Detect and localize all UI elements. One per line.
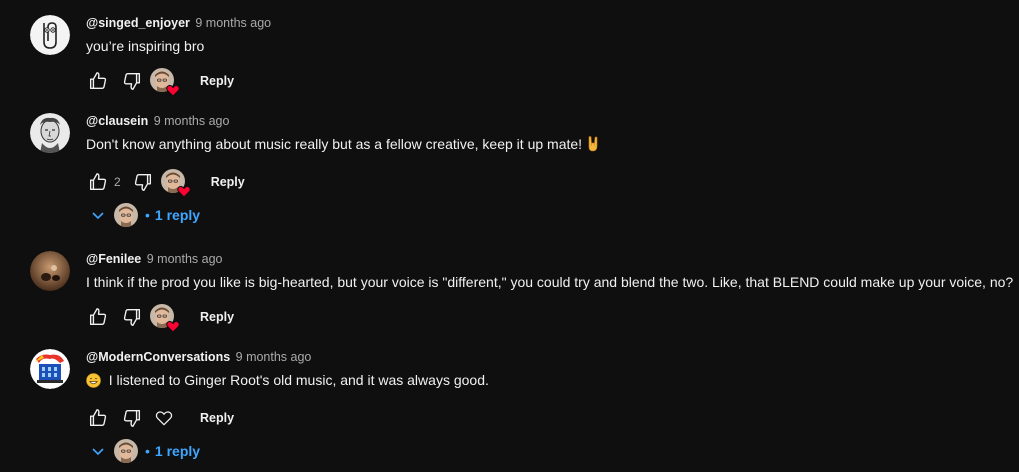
separator-dot: • bbox=[145, 443, 150, 459]
heart-icon bbox=[166, 320, 180, 333]
heart-icon bbox=[166, 84, 180, 97]
reply-button[interactable]: Reply bbox=[200, 74, 234, 88]
thumb-up-icon bbox=[89, 72, 107, 90]
comment-text: I listened to Ginger Root's old music, a… bbox=[86, 370, 489, 393]
thumb-down-icon bbox=[123, 72, 141, 90]
comment-time[interactable]: 9 months ago bbox=[236, 350, 312, 364]
thumb-down-icon bbox=[134, 173, 151, 191]
view-replies-button[interactable]: • 1 reply bbox=[86, 437, 200, 465]
thumb-up-icon bbox=[89, 308, 107, 326]
creator-heart-badge[interactable] bbox=[160, 169, 191, 198]
thumb-down-icon bbox=[123, 409, 141, 427]
like-button[interactable] bbox=[86, 406, 110, 430]
reply-button[interactable]: Reply bbox=[211, 175, 245, 189]
reply-button[interactable]: Reply bbox=[200, 310, 234, 324]
reply-author-avatar bbox=[114, 439, 138, 463]
comment-thread: @Fenilee 9 months ago I think if the pro… bbox=[30, 251, 1019, 333]
comment-time[interactable]: 9 months ago bbox=[147, 252, 223, 266]
chevron-down-icon bbox=[86, 439, 110, 463]
heart-icon bbox=[155, 411, 173, 426]
comment-text: Don't know anything about music really b… bbox=[86, 134, 600, 157]
heart-button[interactable] bbox=[152, 406, 176, 430]
comment-actions: Reply bbox=[86, 404, 489, 432]
comment-thread: @clausein 9 months ago Don't know anythi… bbox=[30, 113, 1019, 198]
comment-actions: Reply bbox=[86, 67, 271, 97]
dislike-button[interactable] bbox=[131, 170, 155, 194]
thumb-down-icon bbox=[123, 308, 141, 326]
comment-actions: 2 Reply bbox=[86, 168, 600, 198]
comment-author[interactable]: @ModernConversations bbox=[86, 350, 230, 364]
grinning-face-emoji bbox=[86, 373, 101, 393]
comment-text: you’re inspiring bro bbox=[86, 38, 205, 54]
comments-section: @singed_enjoyer 9 months ago you’re insp… bbox=[0, 0, 1019, 472]
comment-author[interactable]: @singed_enjoyer bbox=[86, 16, 190, 30]
comment-thread: @singed_enjoyer 9 months ago you’re insp… bbox=[30, 15, 1019, 97]
dislike-button[interactable] bbox=[120, 305, 144, 329]
comment-time[interactable]: 9 months ago bbox=[195, 16, 271, 30]
avatar[interactable] bbox=[30, 15, 70, 55]
comment-actions: Reply bbox=[86, 303, 1013, 333]
comment-author[interactable]: @clausein bbox=[86, 114, 148, 128]
heart-icon bbox=[176, 185, 191, 198]
like-button[interactable] bbox=[86, 69, 110, 93]
like-button[interactable] bbox=[86, 305, 110, 329]
chevron-down-icon bbox=[86, 203, 110, 227]
avatar[interactable] bbox=[30, 349, 70, 389]
comment-time[interactable]: 9 months ago bbox=[154, 114, 230, 128]
comment-header: @clausein 9 months ago bbox=[86, 113, 600, 129]
creator-heart-badge[interactable] bbox=[150, 68, 180, 97]
creator-heart-badge[interactable] bbox=[150, 304, 180, 333]
thumb-up-icon bbox=[89, 409, 107, 427]
rock-on-hand-emoji bbox=[586, 136, 600, 157]
avatar[interactable] bbox=[30, 251, 70, 291]
replies-count-label[interactable]: 1 reply bbox=[155, 207, 200, 223]
like-button[interactable] bbox=[86, 170, 110, 194]
dislike-button[interactable] bbox=[120, 69, 144, 93]
separator-dot: • bbox=[145, 207, 150, 223]
avatar[interactable] bbox=[30, 113, 70, 153]
comment-thread: @ModernConversations 9 months ago I list… bbox=[30, 349, 1019, 432]
reply-button[interactable]: Reply bbox=[200, 411, 234, 425]
dislike-button[interactable] bbox=[120, 406, 144, 430]
comment-text-content: Don't know anything about music really b… bbox=[86, 136, 583, 152]
comment-author[interactable]: @Fenilee bbox=[86, 252, 141, 266]
comment-header: @ModernConversations 9 months ago bbox=[86, 349, 489, 365]
reply-author-avatar bbox=[114, 203, 138, 227]
view-replies-button[interactable]: • 1 reply bbox=[86, 201, 200, 229]
comment-header: @singed_enjoyer 9 months ago bbox=[86, 15, 271, 31]
comment-text-content: I listened to Ginger Root's old music, a… bbox=[108, 372, 489, 388]
like-count: 2 bbox=[114, 175, 121, 189]
comment-header: @Fenilee 9 months ago bbox=[86, 251, 1013, 267]
replies-count-label[interactable]: 1 reply bbox=[155, 443, 200, 459]
thumb-up-icon bbox=[89, 173, 107, 191]
comment-text: I think if the prod you like is big-hear… bbox=[86, 274, 1014, 290]
